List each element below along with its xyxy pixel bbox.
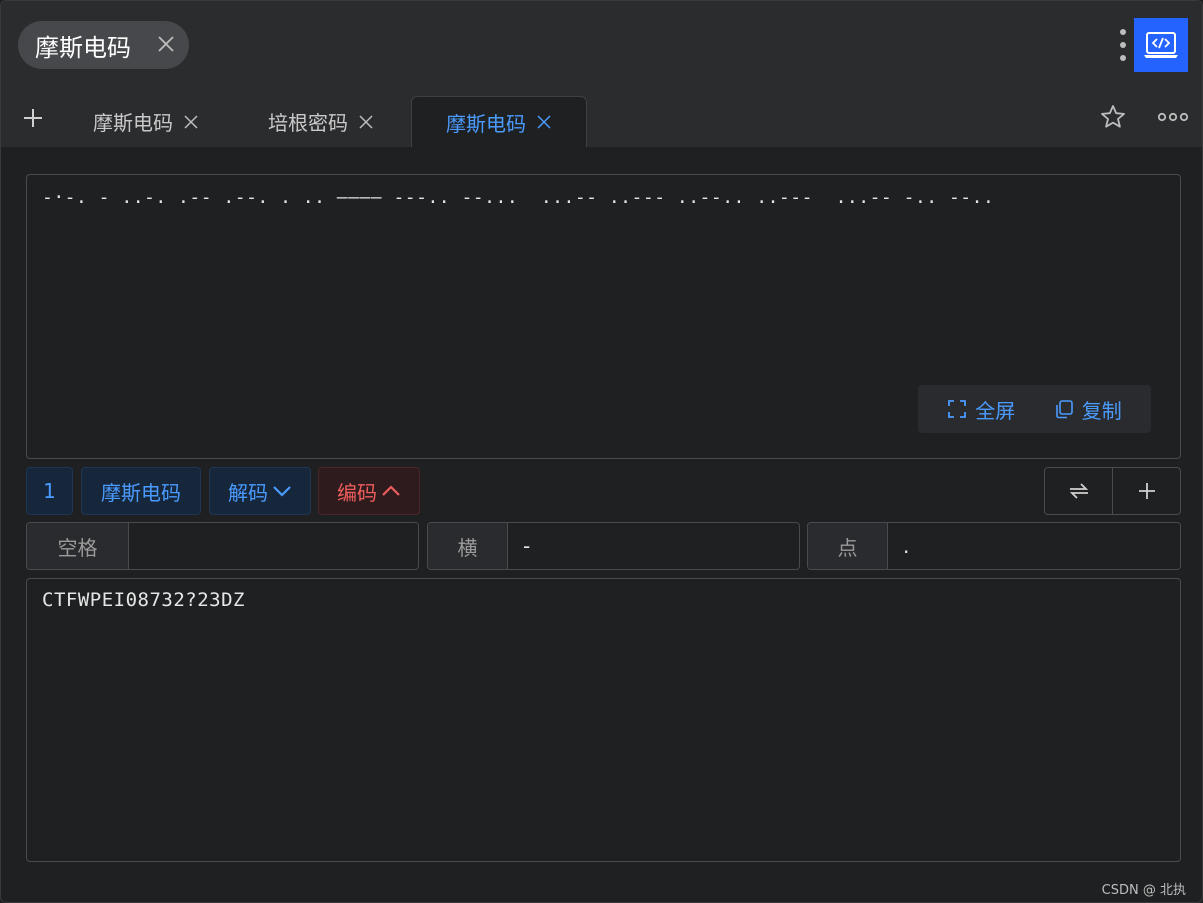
decode-label: 解码 [228, 480, 268, 505]
app-icon[interactable] [1134, 18, 1188, 72]
copy-icon [1055, 400, 1073, 419]
dash-label: 横 [428, 523, 508, 569]
step-badge: 1 [26, 467, 73, 515]
decode-button[interactable]: 解码 [209, 467, 311, 515]
app-window: 摩斯电码 摩斯电码 培根密码 摩斯电码 -·-. - ..-. .-- .--.… [0, 0, 1203, 903]
space-input[interactable] [129, 523, 418, 569]
input-text[interactable]: -·-. - ..-. .-- .--. . .. ———— ---.. --.… [42, 187, 994, 208]
tab-label: 摩斯电码 [446, 111, 526, 136]
space-field: 空格 [26, 522, 419, 570]
encode-button[interactable]: 编码 [318, 467, 420, 515]
swap-button[interactable] [1045, 468, 1112, 514]
encode-label: 编码 [337, 480, 377, 505]
close-icon[interactable] [183, 114, 199, 130]
copy-label: 复制 [1081, 398, 1122, 423]
tab-bacon[interactable]: 培根密码 [268, 96, 374, 147]
title-bar: 摩斯电码 [1, 1, 1202, 89]
input-editor[interactable]: -·-. - ..-. .-- .--. . .. ———— ---.. --.… [26, 174, 1181, 459]
toolbar-button-group [1044, 467, 1181, 515]
tab-label: 培根密码 [268, 111, 348, 135]
tab-strip: 摩斯电码 培根密码 摩斯电码 [1, 89, 1202, 147]
editor-actions: 全屏 复制 [918, 385, 1151, 433]
output-editor[interactable]: CTFWPEI08732?23DZ [26, 578, 1181, 862]
tab-morse-1[interactable]: 摩斯电码 [93, 96, 199, 147]
dot-field: 点 . [807, 522, 1181, 570]
cipher-name: 摩斯电码 [101, 480, 181, 505]
fullscreen-icon [948, 400, 967, 418]
close-icon[interactable] [155, 33, 177, 55]
dot-label: 点 [808, 523, 888, 569]
code-laptop-icon [1144, 32, 1178, 58]
tab-morse-active[interactable]: 摩斯电码 [411, 96, 587, 147]
watermark: CSDN @ 北执 [1101, 883, 1186, 898]
chevron-down-icon [273, 486, 291, 497]
dash-input[interactable]: - [508, 523, 799, 569]
close-icon[interactable] [536, 114, 552, 130]
step-number: 1 [43, 479, 56, 503]
cipher-name-button[interactable]: 摩斯电码 [81, 467, 201, 515]
output-text[interactable]: CTFWPEI08732?23DZ [42, 589, 245, 611]
fullscreen-button[interactable]: 全屏 [947, 395, 1015, 424]
tab-label: 摩斯电码 [93, 111, 173, 135]
fullscreen-label: 全屏 [975, 398, 1016, 423]
kebab-menu-icon[interactable] [1113, 27, 1133, 63]
swap-icon [1069, 483, 1088, 499]
window-title: 摩斯电码 [35, 33, 131, 62]
space-label: 空格 [27, 523, 129, 569]
plus-icon [1138, 483, 1155, 499]
dash-field: 横 - [427, 522, 800, 570]
dot-input[interactable]: . [888, 523, 1180, 569]
add-step-button[interactable] [1112, 468, 1180, 514]
star-icon[interactable] [1099, 103, 1127, 131]
copy-button[interactable]: 复制 [1054, 395, 1122, 424]
close-icon[interactable] [358, 114, 374, 130]
chevron-up-icon [382, 485, 400, 496]
add-tab-icon[interactable] [21, 106, 45, 130]
window-title-pill[interactable]: 摩斯电码 [18, 21, 189, 69]
more-icon[interactable] [1157, 109, 1189, 125]
